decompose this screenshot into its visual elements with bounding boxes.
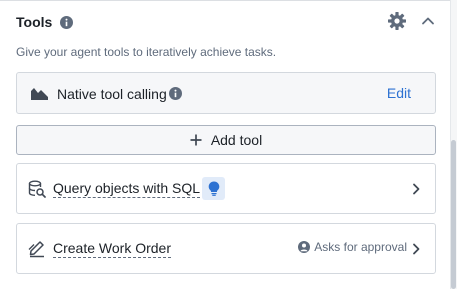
edit-action-icon	[28, 240, 46, 258]
section-description: Give your agent tools to iteratively ach…	[16, 45, 277, 59]
gear-icon[interactable]	[387, 11, 407, 31]
tools-section-header: Tools	[16, 10, 436, 34]
plus-icon	[190, 134, 202, 146]
person-icon	[298, 241, 311, 253]
top-divider	[0, 0, 450, 1]
approval-status-label: Asks for approval	[314, 240, 407, 254]
chevron-right-icon	[409, 242, 423, 256]
mountain-icon	[31, 87, 48, 100]
scrollbar-thumb[interactable]	[451, 140, 456, 289]
info-icon[interactable]	[60, 15, 74, 29]
tool-name[interactable]: Create Work Order	[53, 240, 171, 258]
tool-card-create-work-order[interactable]: Create Work Order Asks for approval	[16, 223, 436, 274]
add-tool-label: Add tool	[210, 132, 263, 148]
lightbulb-badge	[202, 177, 225, 200]
add-tool-button[interactable]: Add tool	[16, 125, 436, 155]
chevron-right-icon	[409, 182, 423, 196]
native-tool-calling-row: Native tool calling Edit	[16, 72, 436, 114]
chevron-up-icon[interactable]	[420, 13, 436, 29]
info-icon[interactable]	[169, 87, 182, 100]
tool-name[interactable]: Query objects with SQL	[53, 180, 201, 198]
edit-button[interactable]: Edit	[387, 85, 411, 101]
tool-card-query-objects[interactable]: Query objects with SQL	[16, 163, 436, 214]
native-tool-calling-label: Native tool calling	[57, 86, 167, 102]
approval-status: Asks for approval	[298, 240, 407, 254]
lightbulb-icon	[208, 181, 219, 196]
database-search-icon	[28, 180, 46, 198]
section-title: Tools	[16, 14, 53, 30]
